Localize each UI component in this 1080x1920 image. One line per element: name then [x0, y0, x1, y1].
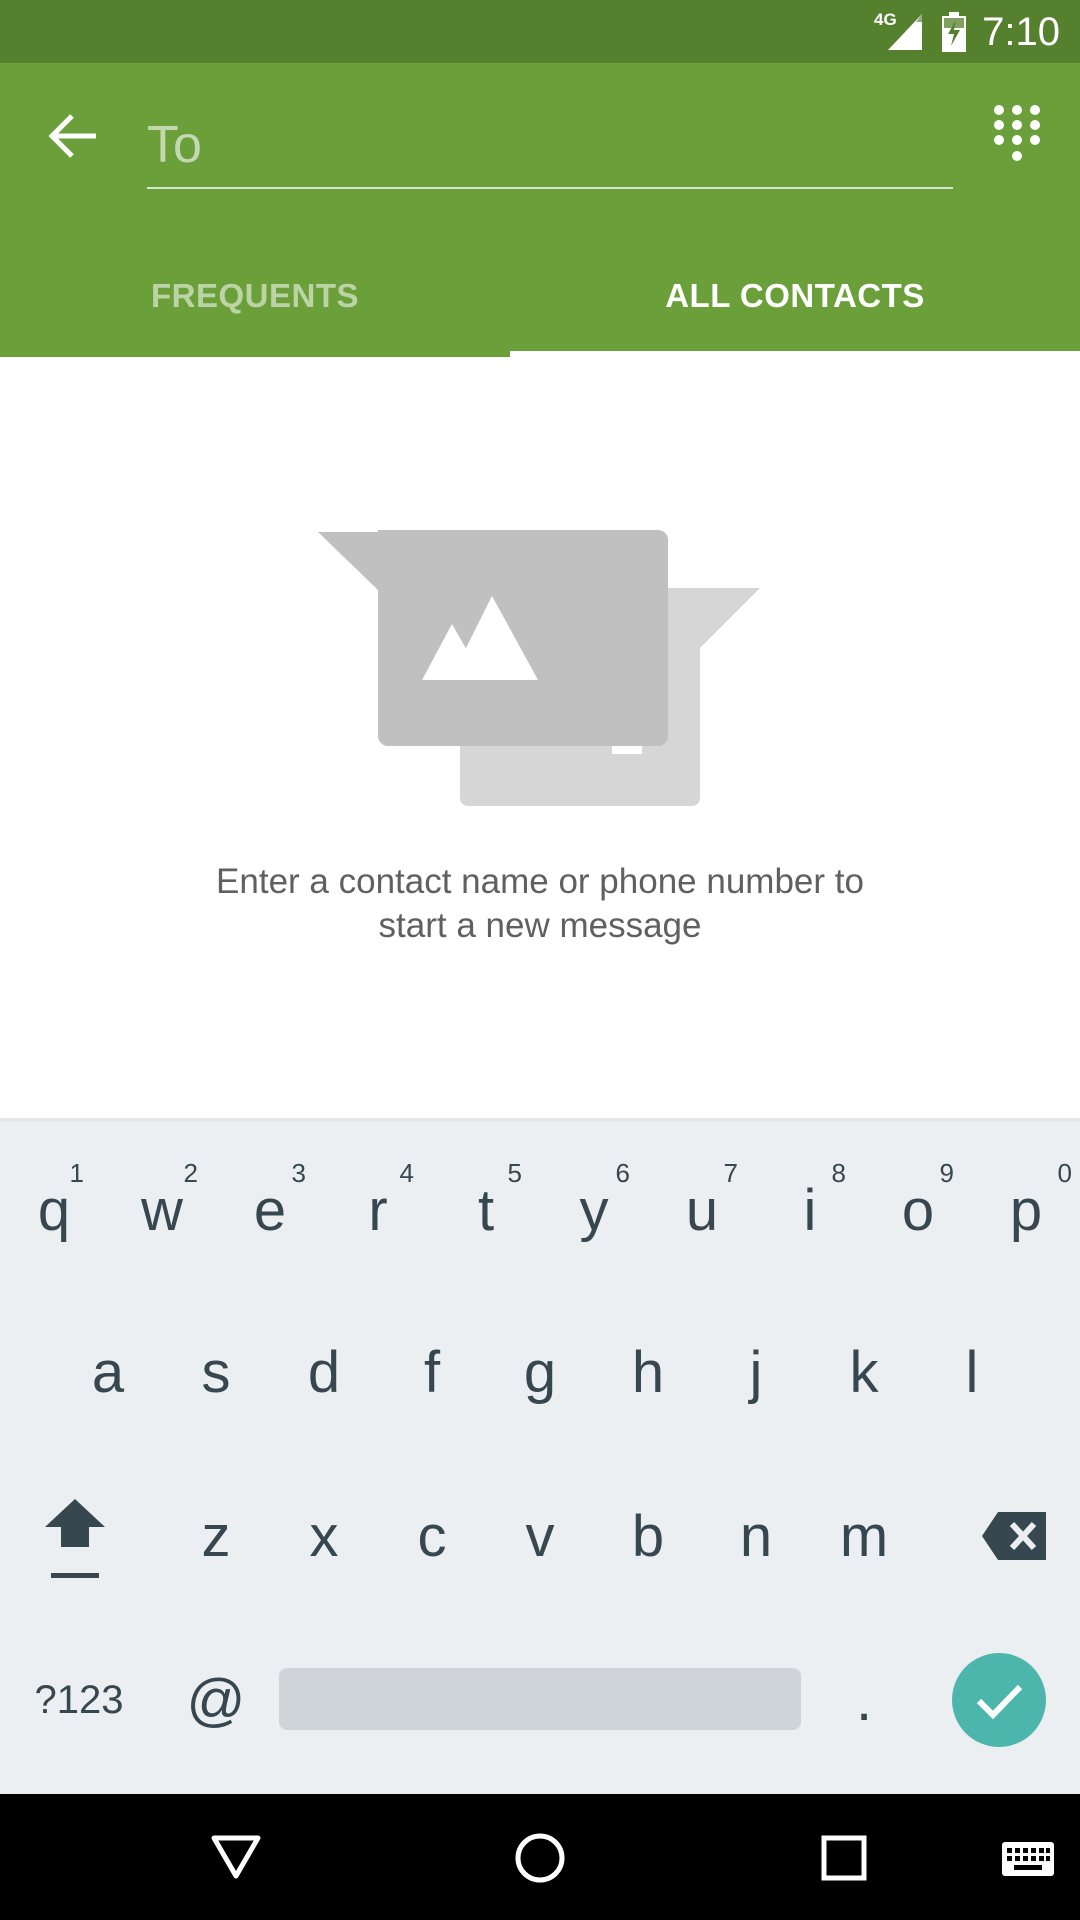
status-bar: 4G 7:10	[0, 0, 1080, 63]
messages-empty-icon	[318, 530, 760, 806]
empty-state-line-1: Enter a contact name or phone number to	[216, 862, 864, 901]
key-k[interactable]: k	[820, 1322, 908, 1422]
key-n[interactable]: n	[712, 1486, 800, 1586]
key-g[interactable]: g	[496, 1322, 584, 1422]
key-c[interactable]: c	[388, 1486, 476, 1586]
key-m[interactable]: m	[820, 1486, 908, 1586]
key-e[interactable]: e3	[226, 1158, 314, 1260]
arrow-left-icon[interactable]	[44, 110, 104, 162]
battery-icon	[942, 12, 966, 52]
tab-frequents[interactable]: FREQUENTS	[0, 240, 510, 352]
key-label: u	[685, 1177, 719, 1243]
backspace-key[interactable]	[960, 1486, 1070, 1586]
key-label: w	[141, 1177, 183, 1243]
key-i[interactable]: i8	[766, 1158, 854, 1260]
key-p[interactable]: p0	[982, 1158, 1072, 1260]
key-w[interactable]: w2	[118, 1158, 206, 1260]
key-hint: 1	[69, 1158, 84, 1188]
key-t[interactable]: t5	[442, 1158, 530, 1260]
key-hint: 5	[507, 1158, 522, 1188]
signal-icon	[888, 14, 922, 50]
key-label: o	[901, 1177, 935, 1243]
space-bar[interactable]	[279, 1668, 801, 1730]
key-label: t	[477, 1177, 495, 1243]
key-a[interactable]: a	[64, 1322, 152, 1422]
keyboard-icon[interactable]	[1000, 1840, 1056, 1880]
key-hint: 2	[183, 1158, 198, 1188]
key-l[interactable]: l	[928, 1322, 1016, 1422]
backspace-icon	[982, 1512, 1046, 1560]
key-label: q	[37, 1177, 71, 1243]
at-key[interactable]: @	[172, 1650, 260, 1750]
key-r[interactable]: r4	[334, 1158, 422, 1260]
key-v[interactable]: v	[496, 1486, 584, 1586]
key-d[interactable]: d	[280, 1322, 368, 1422]
symbols-key[interactable]: ?123	[14, 1650, 144, 1750]
key-hint: 9	[939, 1158, 954, 1188]
key-j[interactable]: j	[712, 1322, 800, 1422]
key-y[interactable]: y6	[550, 1158, 638, 1260]
empty-state-line-2: start a new message	[378, 906, 702, 945]
key-s[interactable]: s	[172, 1322, 260, 1422]
key-label: y	[579, 1177, 609, 1243]
tab-all-contacts[interactable]: ALL CONTACTS	[510, 240, 1080, 352]
period-key[interactable]: .	[820, 1650, 908, 1750]
status-time: 7:10	[982, 10, 1060, 54]
key-hint: 3	[291, 1158, 306, 1188]
key-h[interactable]: h	[604, 1322, 692, 1422]
empty-state-message: Enter a contact name or phone number to …	[140, 860, 940, 948]
triangle-back-icon[interactable]	[210, 1834, 262, 1880]
key-label: i	[803, 1177, 817, 1243]
key-o[interactable]: o9	[874, 1158, 962, 1260]
shift-key[interactable]	[30, 1486, 120, 1596]
key-hint: 7	[723, 1158, 738, 1188]
square-recents-icon[interactable]	[820, 1834, 868, 1882]
tab-indicator	[510, 351, 1080, 357]
key-label: e	[253, 1177, 287, 1243]
enter-key[interactable]	[952, 1653, 1046, 1747]
key-hint: 0	[1057, 1158, 1072, 1188]
to-input[interactable]	[147, 103, 953, 189]
shift-icon	[45, 1499, 105, 1578]
checkmark-icon	[976, 1684, 1023, 1720]
key-hint: 4	[399, 1158, 414, 1188]
key-z[interactable]: z	[172, 1486, 260, 1586]
key-label: p	[1009, 1177, 1043, 1243]
key-q[interactable]: q1	[10, 1158, 98, 1260]
key-hint: 8	[831, 1158, 846, 1188]
circle-home-icon[interactable]	[514, 1832, 566, 1884]
key-label: r	[368, 1177, 388, 1243]
key-b[interactable]: b	[604, 1486, 692, 1586]
key-f[interactable]: f	[388, 1322, 476, 1422]
key-u[interactable]: u7	[658, 1158, 746, 1260]
key-x[interactable]: x	[280, 1486, 368, 1586]
dialpad-icon[interactable]	[992, 103, 1042, 165]
key-hint: 6	[615, 1158, 630, 1188]
